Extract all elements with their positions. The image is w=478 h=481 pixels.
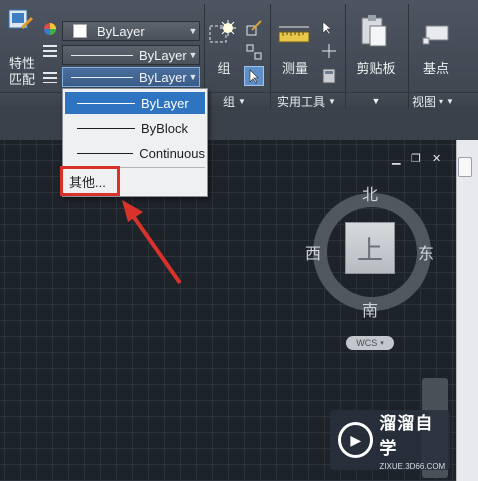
watermark: ▶ 溜溜自学 ZIXUE.3D66.COM [330,410,450,471]
watermark-url: ZIXUE.3D66.COM [379,462,446,471]
play-logo-icon: ▶ [338,422,374,458]
watermark-brand: 溜溜自学 [379,414,434,458]
